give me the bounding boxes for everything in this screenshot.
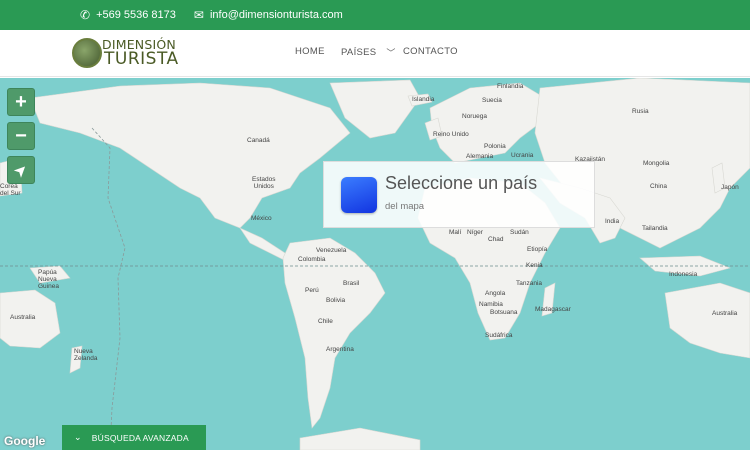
map-label: Canadá <box>247 137 270 144</box>
map-label: Alemania <box>466 153 494 160</box>
map-label: Australia <box>10 314 36 321</box>
land-europe <box>429 82 546 164</box>
zoom-out-button[interactable]: − <box>7 122 35 150</box>
land-south-america <box>282 237 386 429</box>
contact-bar: ✆ +569 5536 8173 ✉ info@dimensionturista… <box>0 0 750 30</box>
map-label: Madagascar <box>535 306 571 313</box>
map-label: Perú <box>305 287 319 294</box>
map-label: Finlandia <box>497 83 524 90</box>
zoom-in-button[interactable]: + <box>7 88 35 116</box>
map-label: Chile <box>318 318 333 325</box>
map-label: Etiopía <box>527 246 548 253</box>
email-address: info@dimensionturista.com <box>209 9 343 21</box>
map-label: Sudán <box>510 229 529 236</box>
google-attribution[interactable]: Google <box>4 434 45 448</box>
land-australia-right <box>664 282 750 359</box>
map-label: Brasil <box>343 280 360 287</box>
map-label: Malí <box>449 229 462 236</box>
map-label: Islandia <box>412 96 435 103</box>
advanced-search-label: BÚSQUEDA AVANZADA <box>91 432 189 443</box>
minus-icon: − <box>15 124 27 147</box>
map-label: Estados Unidos <box>252 176 276 190</box>
map-label: Venezuela <box>316 247 347 254</box>
map-label: Sudáfrica <box>485 332 513 339</box>
phone-icon: ✆ <box>80 8 91 22</box>
email-contact[interactable]: ✉ info@dimensionturista.com <box>194 9 343 21</box>
nav-paises-label: PAÍSES <box>341 47 377 58</box>
date-line <box>91 127 126 450</box>
nav-contacto-label: CONTACTO <box>403 46 458 57</box>
phone-contact[interactable]: ✆ +569 5536 8173 <box>80 9 176 21</box>
map-label: Corea del Sur <box>0 183 21 197</box>
map-label: Ucrania <box>511 152 534 159</box>
logo-line2: TURISTA <box>104 49 179 69</box>
map-label: Argentina <box>326 346 354 353</box>
map-label: Tailandia <box>642 225 668 232</box>
map-label: Japón <box>721 184 739 191</box>
plus-icon: + <box>15 90 27 113</box>
map-label: Noruega <box>462 113 487 120</box>
map-label: Bolivia <box>326 297 346 304</box>
prompt-title: Seleccione un país <box>385 173 538 193</box>
map-label: Papúa Nueva Guinea <box>38 269 59 290</box>
nav-home[interactable]: HOME <box>295 46 325 57</box>
map-label: Angola <box>485 290 506 297</box>
map-label: Colombia <box>298 256 326 263</box>
site-header: DIMENSIÓN TURISTA HOME PAÍSES ﹀ CONTACTO <box>0 30 750 77</box>
map-label: China <box>650 183 667 190</box>
advanced-search-toggle[interactable]: ⌄ BÚSQUEDA AVANZADA <box>62 425 206 450</box>
map-label: Botsuana <box>490 309 518 316</box>
map-label: Indonesia <box>669 271 698 278</box>
envelope-icon: ✉ <box>193 8 204 22</box>
locate-button[interactable]: ➤ <box>7 156 35 184</box>
map-label: Rusia <box>632 108 649 115</box>
site-logo[interactable]: DIMENSIÓN TURISTA <box>72 34 178 74</box>
map-label: Kenia <box>526 262 543 269</box>
map-label: India <box>605 218 620 225</box>
nav-paises[interactable]: PAÍSES ﹀ <box>341 46 396 59</box>
map-label: Níger <box>467 229 483 236</box>
phone-number: +569 5536 8173 <box>96 9 176 21</box>
map-label: Nueva Zelanda <box>74 348 98 362</box>
logo-badge-icon <box>72 38 102 68</box>
select-country-prompt: Seleccione un país del mapa <box>323 161 595 228</box>
land-north-america <box>29 82 351 229</box>
chevron-down-icon: ﹀ <box>386 48 396 58</box>
map-label: Namibia <box>479 301 503 308</box>
map-canvas[interactable] <box>0 78 750 450</box>
map-label: Chad <box>488 236 504 243</box>
map-label: Mongolia <box>643 160 670 167</box>
world-map[interactable]: Finlandia Islandia Suecia Rusia Noruega … <box>0 78 750 450</box>
map-label: Australia <box>712 310 738 317</box>
chevron-down-icon: ⌄ <box>74 432 82 442</box>
nav-home-label: HOME <box>295 46 325 57</box>
map-label: Reino Unido <box>433 131 469 138</box>
map-label: Suecia <box>482 97 502 104</box>
land-antarctica <box>299 427 421 450</box>
map-label: México <box>251 215 272 222</box>
nav-contacto[interactable]: CONTACTO <box>403 46 458 57</box>
map-label: Tanzania <box>516 280 543 287</box>
blue-square-icon <box>341 177 377 213</box>
prompt-subtitle: del mapa <box>385 201 425 212</box>
map-label: Polonia <box>484 143 506 150</box>
location-arrow-icon: ➤ <box>10 159 31 180</box>
